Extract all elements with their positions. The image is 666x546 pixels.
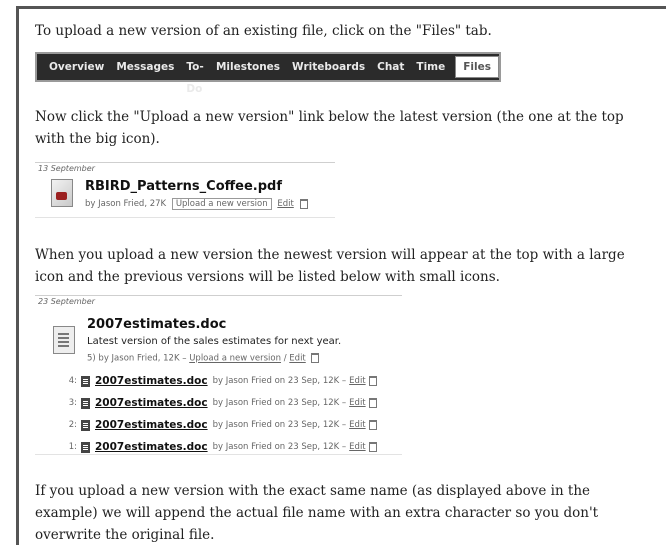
version-number: 3: <box>68 398 77 408</box>
tab-todo[interactable]: To-Do <box>180 56 210 95</box>
version-number: 1: <box>68 442 77 452</box>
tab-overview[interactable]: Overview <box>43 56 110 78</box>
version-list-box: 23 September 2007estimates.doc Latest ve… <box>35 295 402 455</box>
pdf-file-icon <box>51 179 73 207</box>
doc-small-icon <box>81 419 90 431</box>
version-file-link[interactable]: 2007estimates.doc <box>95 375 208 387</box>
version-row: 1: 2007estimates.doc by Jason Fried on 2… <box>65 437 377 457</box>
version-meta: by Jason Fried on 23 Sep, 12K – <box>212 420 347 430</box>
version-date: 23 September <box>38 297 95 306</box>
doc-file-icon <box>53 326 75 354</box>
version-row: 3: 2007estimates.doc by Jason Fried on 2… <box>65 393 377 413</box>
tab-writeboards[interactable]: Writeboards <box>286 56 371 78</box>
tab-chat[interactable]: Chat <box>371 56 410 78</box>
intro-paragraph: To upload a new version of an existing f… <box>35 23 492 39</box>
trash-icon[interactable] <box>368 376 377 386</box>
tab-milestones[interactable]: Milestones <box>210 56 286 78</box>
explanation-paragraph: When you upload a new version the newest… <box>35 247 625 285</box>
version-file-link[interactable]: 2007estimates.doc <box>95 441 208 453</box>
version-number: 4: <box>68 376 77 386</box>
trash-icon[interactable] <box>311 353 320 363</box>
version-file-link[interactable]: 2007estimates.doc <box>95 419 208 431</box>
trash-icon[interactable] <box>299 198 308 209</box>
edit-link[interactable]: Edit <box>349 376 365 386</box>
file-meta: by Jason Fried, 27K Upload a new version… <box>85 198 308 210</box>
version-meta: by Jason Fried on 23 Sep, 12K – <box>212 442 347 452</box>
version-file-link[interactable]: 2007estimates.doc <box>95 397 208 409</box>
edit-link[interactable]: Edit <box>289 354 305 364</box>
version-meta: by Jason Fried on 23 Sep, 12K – <box>212 376 347 386</box>
separator: / <box>283 353 287 364</box>
version-meta: by Jason Fried on 23 Sep, 12K – <box>212 398 347 408</box>
upload-new-version-link[interactable]: Upload a new version <box>189 354 281 364</box>
tab-files[interactable]: Files <box>455 56 499 78</box>
doc-small-icon <box>81 397 90 409</box>
upload-new-version-link[interactable]: Upload a new version <box>171 198 272 210</box>
edit-link[interactable]: Edit <box>349 398 365 408</box>
file-date: 13 September <box>38 164 95 173</box>
latest-file-meta: 5) by Jason Fried, 12K – Upload a new ve… <box>87 353 320 364</box>
version-row: 2: 2007estimates.doc by Jason Fried on 2… <box>65 415 377 435</box>
latest-author-size: 5) by Jason Fried, 12K – <box>87 353 187 364</box>
file-entry-box: 13 September RBIRD_Patterns_Coffee.pdf b… <box>35 162 335 218</box>
edit-link[interactable]: Edit <box>349 420 365 430</box>
tab-messages[interactable]: Messages <box>110 56 180 78</box>
doc-small-icon <box>81 375 90 387</box>
closing-paragraph: If you upload a new version with the exa… <box>35 483 599 543</box>
file-author-size: by Jason Fried, 27K <box>85 199 167 209</box>
trash-icon[interactable] <box>368 398 377 408</box>
trash-icon[interactable] <box>368 442 377 452</box>
edit-link[interactable]: Edit <box>349 442 365 452</box>
version-number: 2: <box>68 420 77 430</box>
instruction-paragraph: Now click the "Upload a new version" lin… <box>35 109 624 147</box>
version-row: 4: 2007estimates.doc by Jason Fried on 2… <box>65 371 377 391</box>
file-name-link[interactable]: RBIRD_Patterns_Coffee.pdf <box>85 179 282 194</box>
trash-icon[interactable] <box>368 420 377 430</box>
edit-link[interactable]: Edit <box>277 199 293 209</box>
tab-time[interactable]: Time <box>410 56 451 78</box>
doc-small-icon <box>81 441 90 453</box>
latest-file-name-link[interactable]: 2007estimates.doc <box>87 317 226 332</box>
file-description: Latest version of the sales estimates fo… <box>87 336 342 347</box>
project-tab-bar: Overview Messages To-Do Milestones Write… <box>35 52 501 95</box>
